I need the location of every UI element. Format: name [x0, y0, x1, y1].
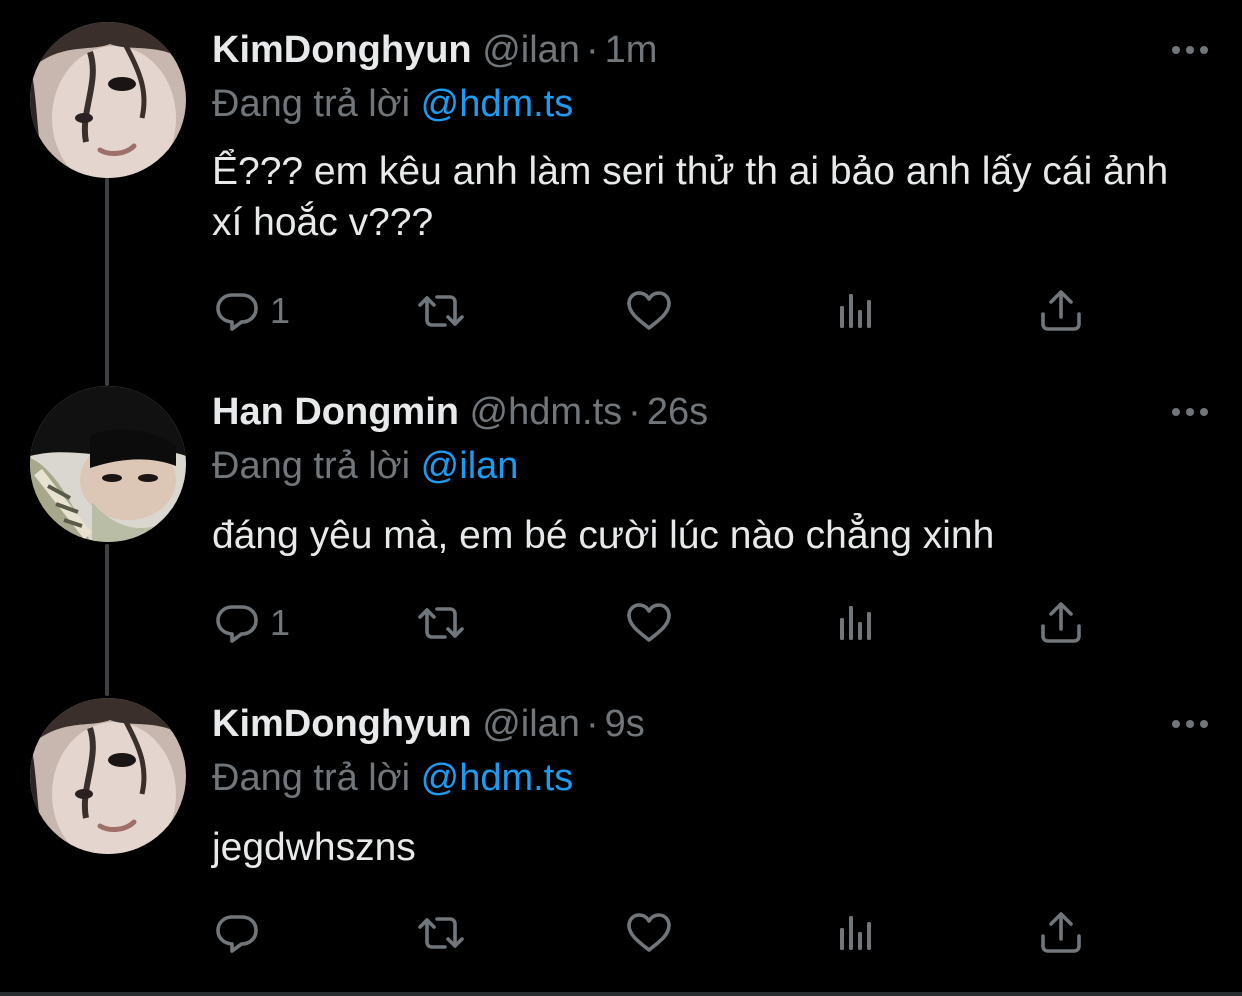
tweet-actions: 1: [212, 286, 1092, 336]
avatar[interactable]: [30, 22, 186, 178]
retweet-icon: [416, 286, 466, 336]
display-name[interactable]: KimDonghyun: [212, 703, 472, 745]
tweet-text: đáng yêu mà, em bé cười lúc nào chẳng xi…: [212, 514, 995, 557]
share-button[interactable]: [1036, 286, 1086, 336]
replying-to: Đang trả lời @hdm.ts: [212, 756, 573, 800]
like-icon: [624, 908, 674, 958]
more-options-button[interactable]: [1168, 36, 1212, 64]
reply-button[interactable]: [212, 908, 270, 958]
like-icon: [624, 598, 674, 648]
reply-icon: [212, 908, 262, 958]
more-icon: [1168, 398, 1212, 426]
avatar[interactable]: [30, 386, 186, 542]
replying-to-mention[interactable]: @hdm.ts: [421, 83, 574, 125]
profile-photo-icon: [30, 386, 186, 542]
tweet-thread: KimDonghyun @ilan · 1m Đang trả lời @hdm.t…: [0, 0, 1242, 996]
profile-photo-icon: [30, 698, 186, 854]
tweet[interactable]: KimDonghyun @ilan · 1m Đang trả lời @hdm.t…: [0, 0, 1242, 362]
reply-icon: [212, 286, 262, 336]
tweet-header: KimDonghyun @ilan · 1m: [212, 28, 657, 72]
like-button[interactable]: [624, 286, 674, 336]
reply-count: 1: [270, 290, 291, 331]
tweet-header: Han Dongmin @hdm.ts · 26s: [212, 390, 708, 434]
tweet-actions: [212, 908, 1092, 958]
replying-to-mention[interactable]: @ilan: [421, 445, 519, 487]
more-options-button[interactable]: [1168, 710, 1212, 738]
avatar[interactable]: [30, 698, 186, 854]
reply-count: 1: [270, 602, 291, 643]
share-icon: [1036, 286, 1086, 336]
reply-icon: [212, 598, 262, 648]
views-button[interactable]: [832, 598, 882, 648]
tweet[interactable]: KimDonghyun @ilan · 9s Đang trả lời @hdm.t…: [0, 674, 1242, 996]
display-name[interactable]: KimDonghyun: [212, 29, 472, 71]
views-icon: [832, 598, 882, 648]
handle[interactable]: @ilan: [482, 703, 580, 745]
separator-dot: ·: [628, 391, 641, 433]
retweet-button[interactable]: [416, 286, 466, 336]
more-icon: [1168, 36, 1212, 64]
like-icon: [624, 286, 674, 336]
retweet-icon: [416, 598, 466, 648]
share-button[interactable]: [1036, 598, 1086, 648]
more-icon: [1168, 710, 1212, 738]
display-name[interactable]: Han Dongmin: [212, 391, 459, 433]
timestamp[interactable]: 1m: [605, 29, 658, 71]
reply-button[interactable]: 1: [212, 598, 290, 648]
views-button[interactable]: [832, 286, 882, 336]
views-button[interactable]: [832, 908, 882, 958]
reply-button[interactable]: 1: [212, 286, 290, 336]
share-icon: [1036, 598, 1086, 648]
tweet-text: jegdwhszns: [212, 826, 416, 869]
replying-to: Đang trả lời @ilan: [212, 444, 518, 488]
tweet-text: Ể??? em kêu anh làm seri thử th ai bảo a…: [212, 150, 1169, 244]
handle[interactable]: @ilan: [482, 29, 580, 71]
like-button[interactable]: [624, 598, 674, 648]
retweet-icon: [416, 908, 466, 958]
replying-to-label: Đang trả lời: [212, 83, 411, 125]
replying-to-label: Đang trả lời: [212, 757, 411, 799]
timestamp[interactable]: 26s: [647, 391, 708, 433]
separator-dot: ·: [585, 29, 599, 71]
retweet-button[interactable]: [416, 598, 466, 648]
retweet-button[interactable]: [416, 908, 466, 958]
share-icon: [1036, 908, 1086, 958]
handle[interactable]: @hdm.ts: [470, 391, 623, 433]
replying-to-label: Đang trả lời: [212, 445, 411, 487]
like-button[interactable]: [624, 908, 674, 958]
tweet[interactable]: Han Dongmin @hdm.ts · 26s Đang trả lời @il…: [0, 362, 1242, 674]
divider: [0, 992, 1242, 996]
timestamp[interactable]: 9s: [605, 703, 645, 745]
profile-photo-icon: [30, 22, 186, 178]
replying-to: Đang trả lời @hdm.ts: [212, 82, 573, 126]
views-icon: [832, 908, 882, 958]
separator-dot: ·: [585, 703, 599, 745]
replying-to-mention[interactable]: @hdm.ts: [421, 757, 574, 799]
share-button[interactable]: [1036, 908, 1086, 958]
tweet-actions: 1: [212, 598, 1092, 648]
views-icon: [832, 286, 882, 336]
tweet-header: KimDonghyun @ilan · 9s: [212, 702, 645, 746]
more-options-button[interactable]: [1168, 398, 1212, 426]
